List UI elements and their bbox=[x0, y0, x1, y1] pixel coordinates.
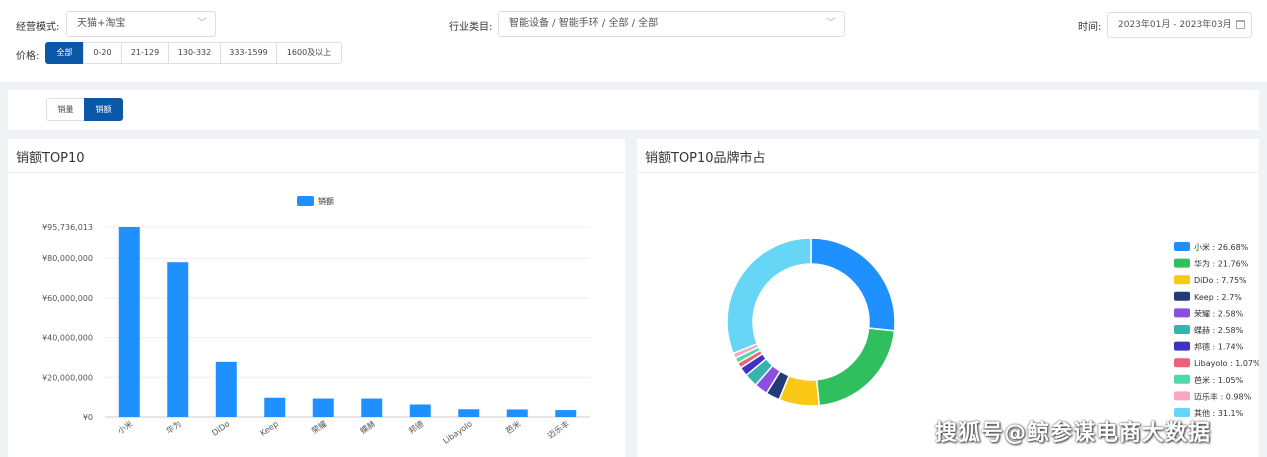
bar bbox=[409, 404, 431, 417]
metric-option-volume[interactable]: 销量 bbox=[46, 98, 85, 121]
chevron-down-icon: ﹀ bbox=[197, 18, 207, 29]
legend-swatch bbox=[297, 196, 314, 206]
legend-swatch bbox=[1174, 358, 1190, 368]
bar bbox=[361, 398, 383, 417]
legend-swatch bbox=[1174, 308, 1190, 318]
x-tick-label: 芭米 bbox=[504, 418, 523, 435]
chevron-down-icon: ﹀ bbox=[826, 18, 836, 29]
legend-label: 芭米 : 1.05% bbox=[1194, 375, 1244, 385]
metric-toggle: 销量 销额 bbox=[46, 98, 123, 121]
mode-select[interactable]: 天猫+淘宝 ﹀ bbox=[66, 11, 216, 37]
mode-label: 经营模式: bbox=[16, 22, 60, 33]
bar-chart: 销额 ¥95,736,013 ¥80,000,000 ¥60,000,000 ¥40,0… bbox=[42, 196, 590, 446]
bar bbox=[215, 361, 237, 417]
y-tick-label: ¥80,000,000 bbox=[42, 254, 93, 263]
legend-label: 蝶赫 : 2.58% bbox=[1194, 325, 1244, 335]
x-tick-label: 迈乐丰 bbox=[546, 418, 571, 440]
y-tick-label: ¥60,000,000 bbox=[42, 294, 93, 303]
price-option-all[interactable]: 全部 bbox=[45, 42, 84, 64]
legend-label: Keep : 2.7% bbox=[1194, 293, 1242, 302]
x-tick-label: 小米 bbox=[116, 418, 135, 435]
x-tick-label: 邦德 bbox=[407, 418, 426, 435]
x-tick-label: Libayolo bbox=[441, 419, 474, 446]
donut-slice bbox=[815, 327, 896, 407]
y-tick-label: ¥40,000,000 bbox=[42, 334, 93, 343]
bar bbox=[458, 409, 480, 417]
donut-slice bbox=[810, 237, 896, 332]
bar bbox=[167, 262, 189, 417]
legend-label: 华为 : 21.76% bbox=[1194, 259, 1249, 269]
legend-label: 小米 : 26.68% bbox=[1194, 242, 1249, 252]
mode-select-value: 天猫+淘宝 bbox=[77, 18, 126, 29]
bar-chart-card: 销额TOP10 销额 ¥95,736,013 ¥80,000,000 ¥60,000,… bbox=[8, 139, 625, 457]
pie-chart-card: 销额TOP10品牌市占 小米 : 26.68% 华为 : 21.76% DiDo :… bbox=[637, 139, 1259, 457]
legend-swatch bbox=[1174, 242, 1190, 251]
price-option-21-129[interactable]: 21-129 bbox=[121, 42, 169, 64]
price-option-130-332[interactable]: 130-332 bbox=[168, 42, 221, 64]
bar bbox=[264, 397, 286, 417]
donut-chart: 小米 : 26.68% 华为 : 21.76% DiDo : 7.75% Keep :… bbox=[726, 237, 1259, 418]
bar bbox=[118, 227, 140, 417]
legend-swatch bbox=[1174, 258, 1190, 268]
watermark-text: 搜狐号@鲸参谋电商大数据 bbox=[935, 421, 1212, 446]
x-tick-label: 华为 bbox=[164, 418, 183, 435]
legend-swatch bbox=[1174, 275, 1190, 285]
price-option-333-1599[interactable]: 333-1599 bbox=[220, 42, 277, 64]
price-label: 价格: bbox=[16, 51, 40, 62]
industry-label: 行业类目: bbox=[449, 22, 493, 33]
x-tick-label: 蝶赫 bbox=[358, 418, 377, 435]
metric-toggle-panel: 销量 销额 bbox=[8, 90, 1259, 130]
x-tick-label: 荣耀 bbox=[310, 418, 329, 435]
legend-label: 迈乐丰 : 0.98% bbox=[1194, 391, 1252, 401]
legend-swatch bbox=[1174, 291, 1190, 301]
legend-label: 荣耀 : 2.58% bbox=[1194, 308, 1244, 318]
industry-select-value: 智能设备 / 智能手环 / 全部 / 全部 bbox=[509, 18, 659, 29]
bar bbox=[555, 410, 577, 417]
industry-select[interactable]: 智能设备 / 智能手环 / 全部 / 全部 ﹀ bbox=[498, 11, 845, 37]
x-tick-label: DiDo bbox=[210, 419, 231, 438]
metric-option-sales[interactable]: 销额 bbox=[84, 98, 123, 121]
price-filter-group: 全部 0-20 21-129 130-332 333-1599 1600及以上 bbox=[45, 42, 342, 64]
filter-panel: 经营模式: 天猫+淘宝 ﹀ 行业类目: 智能设备 / 智能手环 / 全部 / 全… bbox=[0, 0, 1267, 82]
legend-label: 销额 bbox=[318, 196, 334, 206]
legend-swatch bbox=[1174, 391, 1190, 401]
y-tick-label: ¥0 bbox=[83, 413, 93, 422]
time-label: 时间: bbox=[1078, 22, 1102, 33]
calendar-icon bbox=[1236, 20, 1245, 29]
legend-label: Libayolo : 1.07% bbox=[1194, 359, 1259, 368]
donut-slice bbox=[726, 237, 812, 355]
legend-swatch bbox=[1174, 325, 1190, 334]
legend-swatch bbox=[1174, 341, 1190, 351]
bar bbox=[312, 398, 334, 417]
bar bbox=[506, 409, 528, 417]
y-tick-label: ¥20,000,000 bbox=[42, 373, 93, 382]
date-range-value: 2023年01月 - 2023年03月 bbox=[1118, 20, 1232, 30]
x-tick-label: Keep bbox=[259, 419, 280, 438]
date-range-input[interactable]: 2023年01月 - 2023年03月 bbox=[1107, 12, 1252, 38]
legend-label: DiDo : 7.75% bbox=[1194, 276, 1247, 285]
legend-label: 邦德 : 1.74% bbox=[1194, 342, 1244, 352]
y-tick-label: ¥95,736,013 bbox=[42, 223, 93, 232]
price-option-0-20[interactable]: 0-20 bbox=[83, 42, 122, 64]
legend-swatch bbox=[1174, 374, 1190, 384]
price-option-1600-plus[interactable]: 1600及以上 bbox=[276, 42, 342, 64]
